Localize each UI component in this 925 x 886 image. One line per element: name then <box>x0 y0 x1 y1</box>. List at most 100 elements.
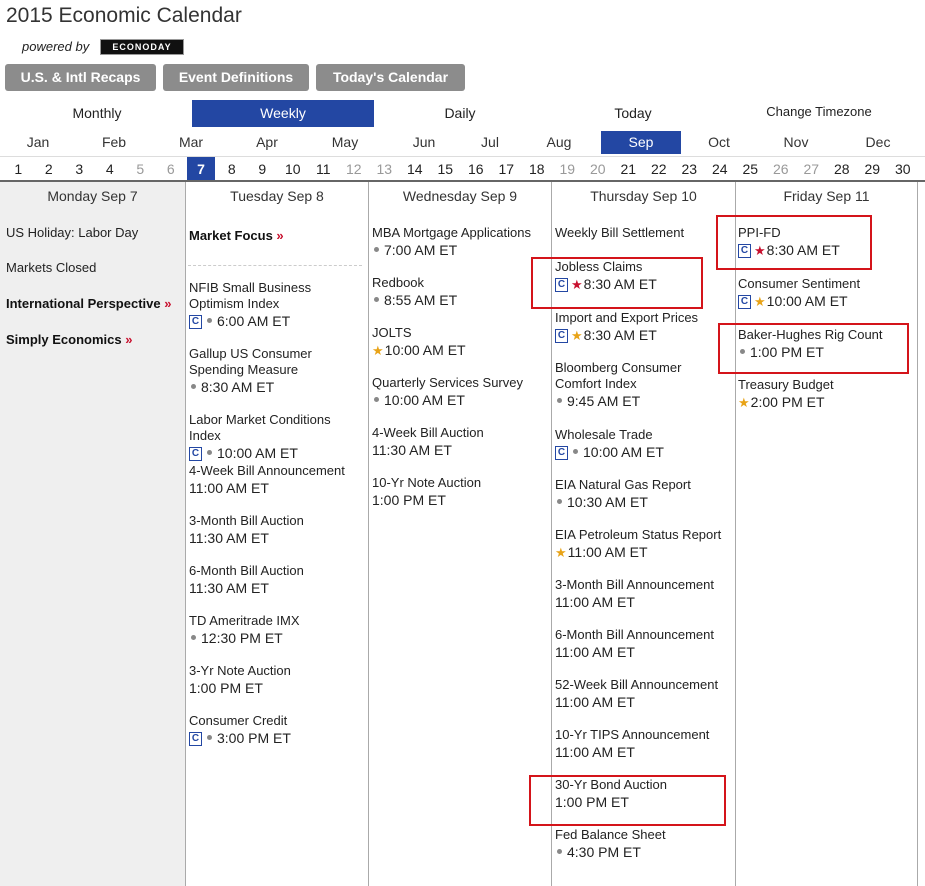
month-nov[interactable]: Nov <box>757 131 835 154</box>
day-19[interactable]: 19 <box>552 157 583 181</box>
month-may[interactable]: May <box>305 131 385 154</box>
day-24[interactable]: 24 <box>705 157 736 181</box>
consensus-icon[interactable]: C <box>555 278 568 293</box>
calendar-event[interactable]: Fed Balance Sheet 4:30 PM ET <box>555 827 731 860</box>
change-timezone-link[interactable]: Change Timezone <box>728 98 910 125</box>
day-2[interactable]: 2 <box>34 157 65 181</box>
calendar-event[interactable]: PPI-FD C ★8:30 AM ET <box>738 225 913 259</box>
consensus-icon[interactable]: C <box>189 315 202 330</box>
todays-calendar-button[interactable]: Today's Calendar <box>316 64 465 91</box>
day-12[interactable]: 12 <box>339 157 370 181</box>
day-9[interactable]: 9 <box>247 157 278 181</box>
day-3[interactable]: 3 <box>64 157 95 181</box>
consensus-icon[interactable]: C <box>555 446 568 461</box>
day-23[interactable]: 23 <box>674 157 705 181</box>
month-sep[interactable]: Sep <box>601 131 681 154</box>
day-28[interactable]: 28 <box>827 157 858 181</box>
month-oct[interactable]: Oct <box>681 131 757 154</box>
econoday-logo[interactable]: ECONODAY <box>100 39 184 55</box>
calendar-event[interactable]: 30-Yr Bond Auction 1:00 PM ET <box>555 777 731 810</box>
calendar-event[interactable]: 4-Week Bill Announcement 11:00 AM ET <box>189 463 365 496</box>
calendar-event[interactable]: US Holiday: Labor Day <box>6 225 181 241</box>
day-6[interactable]: 6 <box>156 157 187 181</box>
day-30[interactable]: 30 <box>888 157 919 181</box>
month-aug[interactable]: Aug <box>517 131 601 154</box>
calendar-event[interactable]: Import and Export Prices C ★8:30 AM ET <box>555 310 731 344</box>
recaps-button[interactable]: U.S. & Intl Recaps <box>5 64 156 91</box>
month-apr[interactable]: Apr <box>229 131 305 154</box>
calendar-event[interactable]: 4-Week Bill Auction 11:30 AM ET <box>372 425 548 458</box>
day-29[interactable]: 29 <box>857 157 888 181</box>
calendar-event[interactable]: 3-Yr Note Auction 1:00 PM ET <box>189 663 365 696</box>
month-jun[interactable]: Jun <box>385 131 463 154</box>
calendar-event[interactable]: Jobless Claims C ★8:30 AM ET <box>555 259 731 293</box>
consensus-icon[interactable]: C <box>189 447 202 462</box>
day-4[interactable]: 4 <box>95 157 126 181</box>
calendar-event[interactable]: Wholesale Trade C 10:00 AM ET <box>555 427 731 461</box>
calendar-event[interactable]: Simply Economics » <box>6 332 181 348</box>
consensus-icon[interactable]: C <box>555 329 568 344</box>
calendar-event[interactable]: Consumer Credit C 3:00 PM ET <box>189 713 365 747</box>
calendar-event[interactable]: 52-Week Bill Announcement 11:00 AM ET <box>555 677 731 710</box>
month-dec[interactable]: Dec <box>837 131 919 154</box>
tab-weekly[interactable]: Weekly <box>192 100 374 127</box>
day-22[interactable]: 22 <box>644 157 675 181</box>
day-13[interactable]: 13 <box>369 157 400 181</box>
event-name[interactable]: Simply Economics » <box>6 332 181 348</box>
calendar-event[interactable]: JOLTS ★10:00 AM ET <box>372 325 548 359</box>
calendar-event[interactable]: Quarterly Services Survey 10:00 AM ET <box>372 375 548 408</box>
day-14[interactable]: 14 <box>400 157 431 181</box>
day-20[interactable]: 20 <box>583 157 614 181</box>
consensus-icon[interactable]: C <box>189 732 202 747</box>
calendar-event[interactable]: International Perspective » <box>6 296 181 312</box>
calendar-event[interactable]: 3-Month Bill Auction 11:30 AM ET <box>189 513 365 546</box>
day-18[interactable]: 18 <box>522 157 553 181</box>
calendar-event[interactable]: Markets Closed <box>6 260 181 276</box>
calendar-event[interactable]: Treasury Budget ★2:00 PM ET <box>738 377 913 411</box>
day-5[interactable]: 5 <box>125 157 156 181</box>
event-name[interactable]: Market Focus » <box>189 228 365 244</box>
calendar-event[interactable]: 6-Month Bill Announcement 11:00 AM ET <box>555 627 731 660</box>
day-17[interactable]: 17 <box>491 157 522 181</box>
day-7[interactable]: 7 <box>187 157 215 181</box>
day-16[interactable]: 16 <box>461 157 492 181</box>
consensus-icon[interactable]: C <box>738 295 751 310</box>
day-25[interactable]: 25 <box>735 157 766 181</box>
month-feb[interactable]: Feb <box>76 131 152 154</box>
calendar-event[interactable]: 10-Yr TIPS Announcement 11:00 AM ET <box>555 727 731 760</box>
calendar-event[interactable]: NFIB Small Business Optimism Index C 6:00 … <box>189 280 365 330</box>
calendar-event[interactable]: Gallup US Consumer Spending Measure 8:30 … <box>189 346 365 395</box>
month-mar[interactable]: Mar <box>153 131 229 154</box>
day-21[interactable]: 21 <box>613 157 644 181</box>
tab-daily[interactable]: Daily <box>378 100 542 127</box>
consensus-icon[interactable]: C <box>738 244 751 259</box>
calendar-event[interactable]: 10-Yr Note Auction 1:00 PM ET <box>372 475 548 508</box>
calendar-event[interactable]: Consumer Sentiment C ★10:00 AM ET <box>738 276 913 310</box>
calendar-event[interactable]: TD Ameritrade IMX 12:30 PM ET <box>189 613 365 646</box>
month-jul[interactable]: Jul <box>463 131 517 154</box>
calendar-event[interactable]: Market Focus » <box>189 228 365 244</box>
day-11[interactable]: 11 <box>308 157 339 181</box>
tab-today[interactable]: Today <box>548 100 718 127</box>
day-15[interactable]: 15 <box>430 157 461 181</box>
calendar-event[interactable]: 6-Month Bill Auction 11:30 AM ET <box>189 563 365 596</box>
day-26[interactable]: 26 <box>766 157 797 181</box>
calendar-event[interactable]: Baker-Hughes Rig Count 1:00 PM ET <box>738 327 913 360</box>
event-definitions-button[interactable]: Event Definitions <box>163 64 309 91</box>
calendar-event[interactable]: 3-Month Bill Announcement 11:00 AM ET <box>555 577 731 610</box>
calendar-event[interactable]: EIA Petroleum Status Report ★11:00 AM ET <box>555 527 731 561</box>
day-27[interactable]: 27 <box>796 157 827 181</box>
day-8[interactable]: 8 <box>217 157 248 181</box>
tab-monthly[interactable]: Monthly <box>6 100 188 127</box>
red-star-icon: ★ <box>754 243 766 258</box>
calendar-event[interactable]: Redbook 8:55 AM ET <box>372 275 548 308</box>
calendar-event[interactable]: Bloomberg Consumer Comfort Index 9:45 AM … <box>555 360 731 409</box>
month-jan[interactable]: Jan <box>0 131 76 154</box>
day-10[interactable]: 10 <box>278 157 309 181</box>
calendar-event[interactable]: Labor Market Conditions Index C 10:00 AM E… <box>189 412 365 462</box>
day-1[interactable]: 1 <box>3 157 34 181</box>
calendar-event[interactable]: MBA Mortgage Applications 7:00 AM ET <box>372 225 548 258</box>
event-name[interactable]: International Perspective » <box>6 296 181 312</box>
calendar-event[interactable]: EIA Natural Gas Report 10:30 AM ET <box>555 477 731 510</box>
calendar-event[interactable]: Weekly Bill Settlement <box>555 225 731 241</box>
